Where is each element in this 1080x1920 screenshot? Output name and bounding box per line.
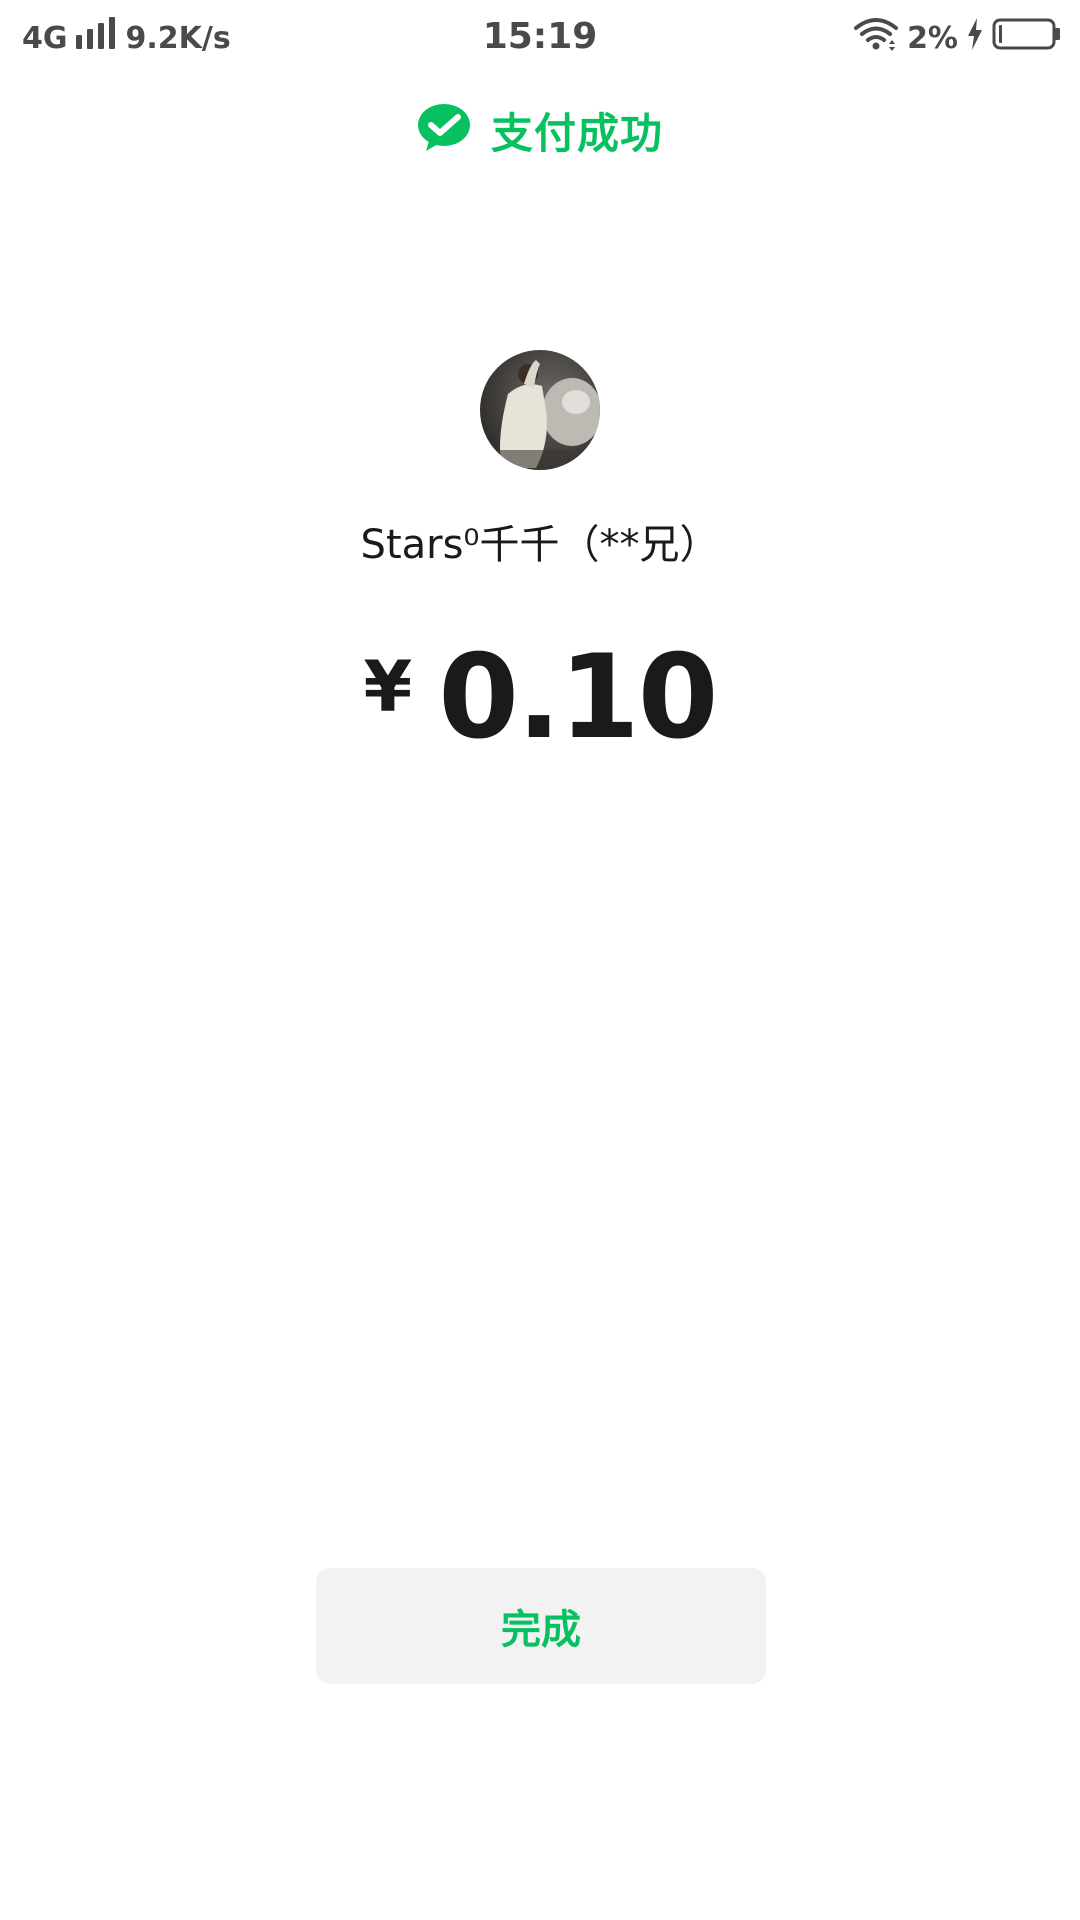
payee-name: Stars⁰千千（**兄）: [360, 522, 720, 568]
battery-percent: 2%: [907, 20, 958, 56]
wechat-pay-check-icon: [417, 103, 471, 157]
done-button[interactable]: 完成: [316, 1568, 766, 1684]
charging-icon: [966, 18, 984, 58]
status-bar: 4G 9.2K/s 15:19 2%: [0, 0, 1080, 78]
header: 支付成功: [0, 102, 1080, 158]
status-right: 2%: [853, 18, 1062, 58]
amount-row: ¥ 0.10: [0, 630, 1080, 765]
payment-success-screen: 4G 9.2K/s 15:19 2% 支付成功 Stars⁰千千（**兄） ¥ …: [0, 0, 1080, 1920]
payment-amount: 0.10: [438, 630, 718, 765]
battery-icon: [992, 17, 1062, 59]
page-title: 支付成功: [490, 108, 663, 158]
currency-symbol: ¥: [363, 646, 413, 728]
wifi-icon: [853, 16, 899, 60]
payee-avatar: [480, 350, 600, 470]
